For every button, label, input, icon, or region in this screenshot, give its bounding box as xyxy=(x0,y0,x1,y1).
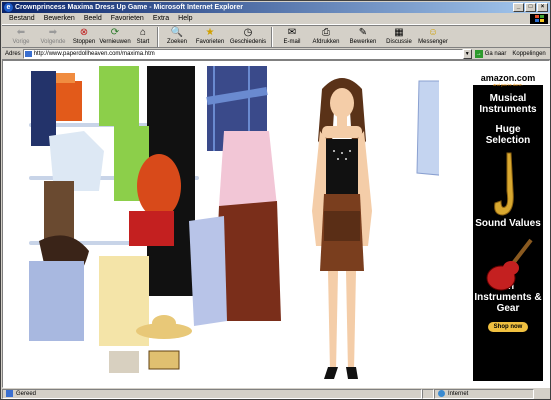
search-button[interactable]: 🔍 Zoeken xyxy=(162,26,192,48)
ad-line-2: Huge Selection xyxy=(485,124,531,146)
garment-denim-jacket[interactable] xyxy=(29,261,84,341)
discuss-icon: ▦ xyxy=(394,27,404,38)
stop-button[interactable]: ⊗ Stoppen xyxy=(70,26,98,48)
status-text: Gereed xyxy=(2,388,422,399)
garment-shoes[interactable] xyxy=(109,351,139,373)
print-button[interactable]: ⎙ Afdrukken xyxy=(308,26,344,48)
garment-red-shirt[interactable] xyxy=(129,211,174,246)
menu-bestand[interactable]: Bestand xyxy=(8,15,36,22)
favorites-icon: ★ xyxy=(205,27,215,38)
garment-navy-jacket[interactable] xyxy=(31,71,56,146)
ad-tagline: and you're done. xyxy=(493,82,523,87)
print-icon: ⎙ xyxy=(322,27,330,38)
links-button[interactable]: Koppelingen xyxy=(512,51,545,57)
title-bar: e Crownprincess Maxima Dress Up Game - M… xyxy=(2,2,550,13)
go-arrow-icon: → xyxy=(474,49,483,58)
ad-headline: Musical Instruments xyxy=(479,93,537,115)
garment-stripe-skirt[interactable] xyxy=(44,181,74,241)
toolbar: ⬅ Vorige ➡ Volgende ⊗ Stoppen ⟳ Vernieuwen ⌂… xyxy=(2,25,550,48)
forward-button[interactable]: ➡ Volgende xyxy=(36,26,70,48)
search-icon: 🔍 xyxy=(170,27,184,38)
status-label: Gereed xyxy=(16,390,37,397)
garment-floral-dress[interactable] xyxy=(189,216,227,326)
saxophone-icon xyxy=(494,152,514,216)
menu-help[interactable]: Help xyxy=(177,15,193,22)
messenger-icon: ☺ xyxy=(427,27,439,38)
status-cell xyxy=(422,388,434,399)
garment-green-top[interactable] xyxy=(99,66,139,126)
search-label: Zoeken xyxy=(166,39,187,45)
discuss-label: Discussie xyxy=(386,39,412,45)
menu-favorieten[interactable]: Favorieten xyxy=(110,15,145,22)
mail-label: E-mail xyxy=(283,39,301,45)
messenger-button[interactable]: ☺ Messenger xyxy=(416,26,450,48)
stop-label: Stoppen xyxy=(72,39,96,45)
messenger-label: Messenger xyxy=(418,39,448,45)
refresh-label: Vernieuwen xyxy=(99,39,131,45)
mail-icon: ✉ xyxy=(287,27,297,38)
garment-red-wig[interactable] xyxy=(137,154,181,218)
history-button[interactable]: ◷ Geschiedenis xyxy=(228,26,268,48)
menu-bewerken[interactable]: Bewerken xyxy=(43,15,76,22)
back-arrow-icon: ⬅ xyxy=(16,27,26,38)
zone-label: Internet xyxy=(448,390,469,397)
ie-logo-icon: e xyxy=(4,3,13,12)
stop-icon: ⊗ xyxy=(79,27,89,38)
garment-handbag[interactable] xyxy=(148,350,180,370)
windows-logo-icon xyxy=(530,14,548,24)
page-icon xyxy=(24,50,32,57)
forward-label: Volgende xyxy=(40,39,66,45)
status-bar: Gereed Internet xyxy=(2,388,550,399)
discuss-button[interactable]: ▦ Discussie xyxy=(382,26,416,48)
maximize-icon[interactable]: □ xyxy=(525,3,536,12)
toolbar-separator xyxy=(157,27,159,47)
close-icon[interactable]: × xyxy=(537,3,548,12)
menu-bar: Bestand Bewerken Beeld Favorieten Extra … xyxy=(2,13,550,25)
refresh-button[interactable]: ⟳ Vernieuwen xyxy=(98,26,132,48)
address-bar: Adres http://www.paperdollheaven.com/max… xyxy=(2,48,550,60)
history-icon: ◷ xyxy=(243,27,253,38)
amazon-ad-banner[interactable]: amazon.com and you're done. Musical Instr… xyxy=(473,71,543,381)
forward-arrow-icon: ➡ xyxy=(48,27,58,38)
toolbar-separator xyxy=(271,27,273,47)
edit-button[interactable]: ✎ Bewerken xyxy=(344,26,382,48)
shop-now-button[interactable]: Shop now xyxy=(487,322,529,332)
go-button[interactable]: → Ga naar xyxy=(474,49,507,58)
menu-extra[interactable]: Extra xyxy=(152,15,170,22)
address-dropdown-icon[interactable]: ▼ xyxy=(462,48,472,59)
home-button[interactable]: ⌂ Start xyxy=(132,26,154,48)
security-zone: Internet xyxy=(434,388,534,399)
address-url: http://www.paperdollheaven.com/maxima.ht… xyxy=(33,50,155,57)
back-label: Vorige xyxy=(12,39,30,45)
window-title: Crownprincess Maxima Dress Up Game - Mic… xyxy=(15,4,243,11)
mail-button[interactable]: ✉ E-mail xyxy=(276,26,308,48)
amazon-logo: amazon.com and you're done. xyxy=(473,71,543,87)
edit-label: Bewerken xyxy=(349,39,377,45)
dress-up-game xyxy=(9,61,450,381)
home-label: Start xyxy=(136,39,150,45)
menu-beeld[interactable]: Beeld xyxy=(83,15,103,22)
back-button[interactable]: ⬅ Vorige xyxy=(6,26,36,48)
address-input[interactable]: http://www.paperdollheaven.com/maxima.ht… xyxy=(22,48,463,59)
minimize-icon[interactable]: _ xyxy=(513,3,524,12)
browser-window: e Crownprincess Maxima Dress Up Game - M… xyxy=(0,0,551,400)
favorites-button[interactable]: ★ Favorieten xyxy=(192,26,228,48)
internet-zone-icon xyxy=(438,390,445,397)
page-content: amazon.com and you're done. Musical Instr… xyxy=(2,60,550,388)
refresh-icon: ⟳ xyxy=(110,27,120,38)
home-icon: ⌂ xyxy=(139,27,147,38)
garment-pink-skirt[interactable] xyxy=(219,131,277,206)
guitar-icon xyxy=(486,238,533,291)
address-label: Adres xyxy=(5,50,21,57)
garment-blue-shirt[interactable] xyxy=(416,80,450,177)
print-label: Afdrukken xyxy=(312,39,340,45)
page-done-icon xyxy=(6,390,13,397)
history-label: Geschiedenis xyxy=(229,39,267,45)
favorites-label: Favorieten xyxy=(195,39,225,45)
paper-doll[interactable] xyxy=(302,71,382,381)
edit-icon: ✎ xyxy=(358,27,368,38)
go-label: Ga naar xyxy=(484,50,507,57)
